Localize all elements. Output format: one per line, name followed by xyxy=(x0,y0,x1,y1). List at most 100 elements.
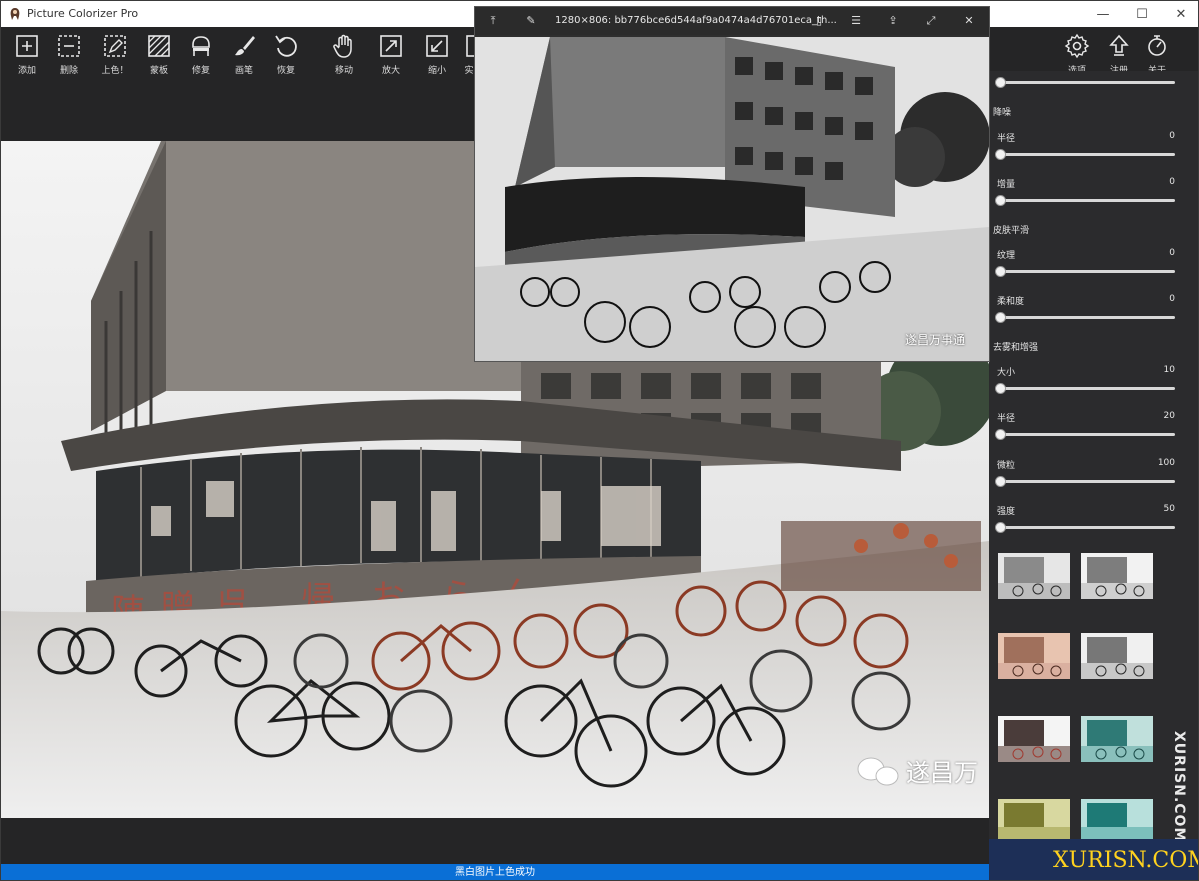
slider-label: 微粒 xyxy=(997,461,1016,471)
slider-track[interactable] xyxy=(999,199,1175,202)
brush-label: 画笔 xyxy=(234,66,253,76)
close-icon[interactable]: ✕ xyxy=(961,13,977,29)
original-photo: 遂昌万事通 xyxy=(475,37,989,361)
slider-label: 大小 xyxy=(997,368,1016,378)
slider-label: 半径 xyxy=(997,134,1016,144)
bottom-watermark: XURISN.COM xyxy=(989,839,1199,880)
slider-value: 0 xyxy=(1169,177,1175,187)
slider-label: 纹理 xyxy=(997,251,1016,261)
slider-track[interactable] xyxy=(999,433,1175,436)
mask-icon xyxy=(148,35,170,57)
preset-thumbnail[interactable] xyxy=(1081,553,1153,599)
vertical-watermark: XURISN.COM xyxy=(1171,731,1187,843)
slider-track[interactable] xyxy=(999,153,1175,156)
preset-thumbnail[interactable] xyxy=(998,716,1070,762)
preset-image xyxy=(998,633,1070,679)
preset-thumbnail[interactable] xyxy=(1081,633,1153,679)
expand-icon[interactable]: ⤢ xyxy=(923,13,939,29)
repair-label: 修复 xyxy=(191,66,210,76)
colorize-button[interactable]: 上色！ xyxy=(95,33,135,77)
undo-label: 恢复 xyxy=(276,66,295,76)
zoom-out-button[interactable]: 缩小 xyxy=(417,33,457,77)
preview-title-bar: ⤒ ✎ 1280×806: bb776bce6d544af9a0474a4d76… xyxy=(475,7,989,35)
slider-label: 半径 xyxy=(997,414,1016,424)
status-text: 黑白图片上色成功 xyxy=(455,867,535,878)
grayscale-photo xyxy=(475,37,989,361)
slider-value: 20 xyxy=(1163,411,1175,421)
share-icon[interactable]: ⇪ xyxy=(885,13,901,29)
slider-thumb[interactable] xyxy=(995,77,1006,88)
undo-button[interactable]: 恢复 xyxy=(266,33,306,77)
file-icon[interactable]: ▯ xyxy=(811,13,827,29)
slider-thumb[interactable] xyxy=(995,266,1006,277)
section-title-dehaze: 去雾和增强 xyxy=(993,343,1039,353)
slider-value: 100 xyxy=(1157,458,1175,468)
slider-track[interactable] xyxy=(999,270,1175,273)
preset-image xyxy=(998,716,1070,762)
preview-title: 1280×806: bb776bce6d544af9a0474a4d76701e… xyxy=(555,15,837,26)
preset-image xyxy=(998,799,1070,839)
slider-label: 增量 xyxy=(997,180,1016,190)
add-button[interactable]: 添加 xyxy=(7,33,47,77)
preset-image xyxy=(998,553,1070,599)
slider-track[interactable] xyxy=(999,480,1175,483)
preview-watermark: 遂昌万事通 xyxy=(905,333,966,347)
section-title-skin-smooth: 皮肤平滑 xyxy=(993,226,1030,236)
pin-top-icon[interactable]: ⤒ xyxy=(485,13,501,29)
list-icon[interactable]: ☰ xyxy=(848,13,864,29)
zoom-in-icon xyxy=(380,35,402,57)
zoom-in-label: 放大 xyxy=(381,66,400,76)
slider-thumb[interactable] xyxy=(995,429,1006,440)
slider-track[interactable] xyxy=(999,81,1175,84)
slider-track[interactable] xyxy=(999,526,1175,529)
brush-button[interactable]: 画笔 xyxy=(224,33,264,77)
colorize-icon xyxy=(104,35,126,57)
preset-thumbnail[interactable] xyxy=(998,633,1070,679)
repair-button[interactable]: 修复 xyxy=(181,33,221,77)
register-icon xyxy=(1109,34,1129,56)
move-button[interactable]: 移动 xyxy=(324,33,364,77)
canvas-watermark: 遂昌万 xyxy=(906,759,978,787)
colorize-label: 上色！ xyxy=(101,66,129,76)
settings-panel: 降噪 半径 0 增量 0 皮肤平滑 纹理 0 柔和度 0 去雾和增强 大小 10… xyxy=(989,71,1199,880)
remove-icon xyxy=(58,35,80,57)
preset-thumbnail[interactable] xyxy=(998,553,1070,599)
actual-size-button[interactable]: 实 xyxy=(456,33,476,77)
slider-thumb[interactable] xyxy=(995,312,1006,323)
remove-button[interactable]: 删除 xyxy=(49,33,89,77)
gear-icon xyxy=(1064,33,1090,59)
slider-track[interactable] xyxy=(999,316,1175,319)
slider-thumb[interactable] xyxy=(995,383,1006,394)
preset-thumbnail[interactable] xyxy=(1081,716,1153,762)
about-icon xyxy=(1148,35,1166,56)
remove-label: 删除 xyxy=(59,66,78,76)
slider-thumb[interactable] xyxy=(995,476,1006,487)
close-window-button[interactable]: ✕ xyxy=(1158,1,1198,27)
slider-thumb[interactable] xyxy=(995,149,1006,160)
slider-value: 0 xyxy=(1169,248,1175,258)
add-label: 添加 xyxy=(17,66,36,76)
app-window: Picture Colorizer Pro — ☐ ✕ 添加 删除 上色！ 蒙板… xyxy=(0,0,1199,881)
zoom-in-button[interactable]: 放大 xyxy=(371,33,411,77)
slider-value: 0 xyxy=(1169,294,1175,304)
preset-image xyxy=(1081,633,1153,679)
slider-thumb[interactable] xyxy=(995,522,1006,533)
pin-icon[interactable]: ✎ xyxy=(523,13,539,29)
slider-value: 10 xyxy=(1163,365,1175,375)
slider-label: 柔和度 xyxy=(997,297,1025,307)
repair-icon xyxy=(192,36,210,56)
canvas-bottom-area xyxy=(1,818,989,864)
slider-value: 50 xyxy=(1163,504,1175,514)
preset-image xyxy=(1081,799,1153,839)
mask-button[interactable]: 蒙板 xyxy=(139,33,179,77)
app-logo-icon xyxy=(10,8,20,20)
preview-window[interactable]: ⤒ ✎ 1280×806: bb776bce6d544af9a0474a4d76… xyxy=(474,6,990,362)
move-label: 移动 xyxy=(334,66,353,76)
slider-track[interactable] xyxy=(999,387,1175,390)
bottom-watermark-text: XURISN.COM xyxy=(1053,848,1199,873)
slider-label: 强度 xyxy=(997,507,1016,517)
section-title-denoise: 降噪 xyxy=(993,108,1012,118)
zoom-out-label: 缩小 xyxy=(427,66,446,76)
hand-icon xyxy=(333,34,352,58)
slider-thumb[interactable] xyxy=(995,195,1006,206)
